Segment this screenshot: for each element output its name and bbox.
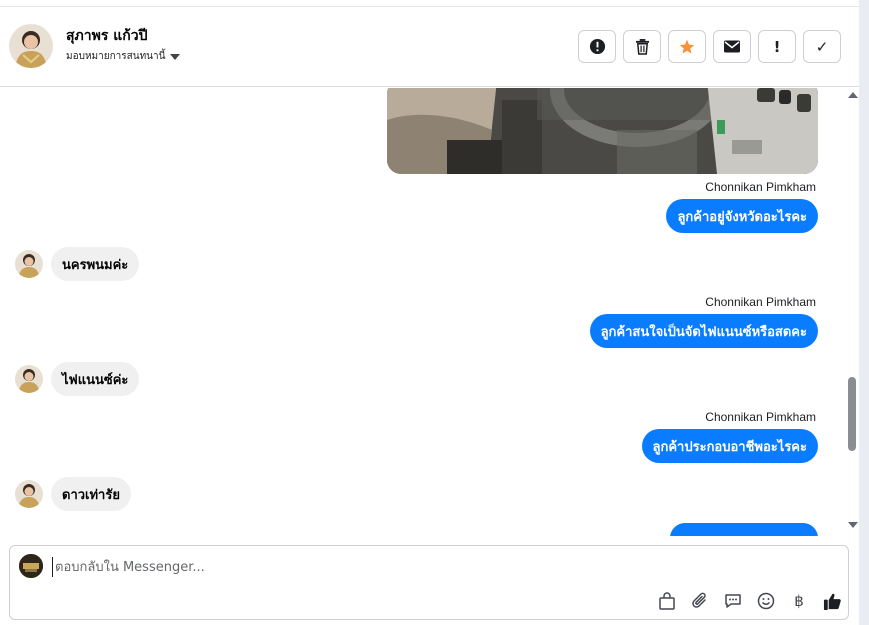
star-icon — [679, 39, 695, 54]
conversation-header: สุภาพร แก้วปี มอบหมายการสนทนานี้ ! ✓ — [0, 7, 859, 87]
outgoing-message[interactable]: ลูกค้าสนใจเป็นจัดไฟแนนซ์หรือสดคะ — [589, 314, 818, 348]
reply-composer: ฿ — [9, 545, 849, 620]
composer-tools: ฿ — [656, 590, 843, 612]
contact-avatar-small — [15, 365, 43, 393]
right-gutter — [859, 0, 869, 625]
reply-input[interactable] — [52, 557, 652, 577]
follow-up-button[interactable]: ! — [758, 30, 796, 63]
alert-circle-icon — [589, 38, 605, 55]
incoming-message-row: ไฟแนนซ์ค่ะ — [15, 362, 140, 396]
exclamation-icon: ! — [773, 37, 781, 56]
emoji-icon[interactable] — [755, 590, 777, 612]
conversation-panel: สุภาพร แก้วปี มอบหมายการสนทนานี้ ! ✓ Cho… — [0, 0, 869, 625]
saved-reply-icon[interactable] — [722, 590, 744, 612]
thumbs-up-icon[interactable] — [821, 590, 843, 612]
shared-photo[interactable] — [387, 88, 818, 174]
sender-name: Chonnikan Pimkham — [705, 180, 816, 194]
caret-down-icon — [170, 53, 181, 60]
outgoing-message[interactable]: ลูกค้าประกอบอาชีพอะไรคะ — [641, 429, 818, 463]
contact-avatar[interactable] — [9, 24, 53, 68]
baht-icon[interactable]: ฿ — [788, 590, 810, 612]
incoming-message[interactable]: นครพนมค่ะ — [51, 247, 140, 281]
contact-avatar-small — [15, 250, 43, 278]
incoming-message-row: นครพนมค่ะ — [15, 247, 140, 281]
mark-done-button[interactable]: ✓ — [803, 30, 841, 63]
top-divider — [0, 0, 859, 7]
message-list[interactable]: Chonnikan Pimkham ลูกค้าอยู่จังหวัดอะไรค… — [0, 88, 859, 536]
mark-unread-button[interactable] — [713, 30, 751, 63]
outgoing-message[interactable]: ลูกค้าอยู่จังหวัดอะไรคะ — [666, 199, 818, 233]
incoming-message-row: ดาวเท่ารัย — [15, 477, 131, 511]
scroll-up-arrow-icon[interactable] — [848, 92, 858, 98]
delete-button[interactable] — [623, 30, 661, 63]
assign-conversation-dropdown[interactable]: มอบหมายการสนทนานี้ — [66, 49, 181, 64]
envelope-icon — [724, 40, 740, 53]
checkmark-icon: ✓ — [815, 37, 829, 56]
message-scrollbar[interactable] — [845, 88, 859, 536]
star-button[interactable] — [668, 30, 706, 63]
page-avatar — [19, 554, 43, 578]
contact-name[interactable]: สุภาพร แก้วปี — [66, 25, 148, 47]
header-actions: ! ✓ — [578, 30, 841, 63]
sender-name: Chonnikan Pimkham — [705, 410, 816, 424]
scrollbar-thumb[interactable] — [848, 377, 856, 451]
assign-label: มอบหมายการสนทนานี้ — [66, 51, 166, 62]
incoming-message[interactable]: ไฟแนนซ์ค่ะ — [51, 362, 140, 396]
scroll-down-arrow-icon[interactable] — [848, 522, 858, 528]
mark-spam-button[interactable] — [578, 30, 616, 63]
sender-name: Chonnikan Pimkham — [705, 295, 816, 309]
contact-avatar-small — [15, 480, 43, 508]
paperclip-icon[interactable] — [689, 590, 711, 612]
incoming-message[interactable]: ดาวเท่ารัย — [51, 477, 131, 511]
trash-icon — [635, 38, 649, 55]
outgoing-message-partial[interactable] — [670, 523, 818, 536]
shopping-bag-icon[interactable] — [656, 590, 678, 612]
